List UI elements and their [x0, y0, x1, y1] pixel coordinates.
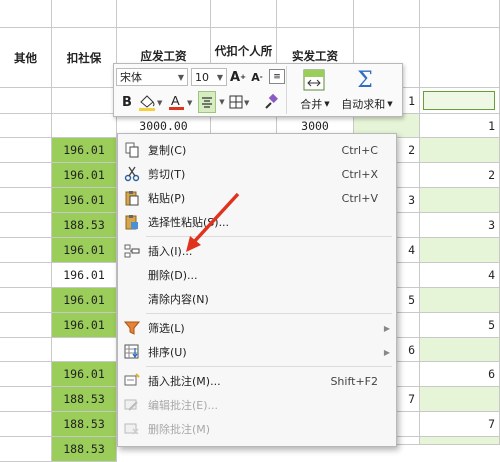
annotation-arrow: [186, 192, 240, 252]
